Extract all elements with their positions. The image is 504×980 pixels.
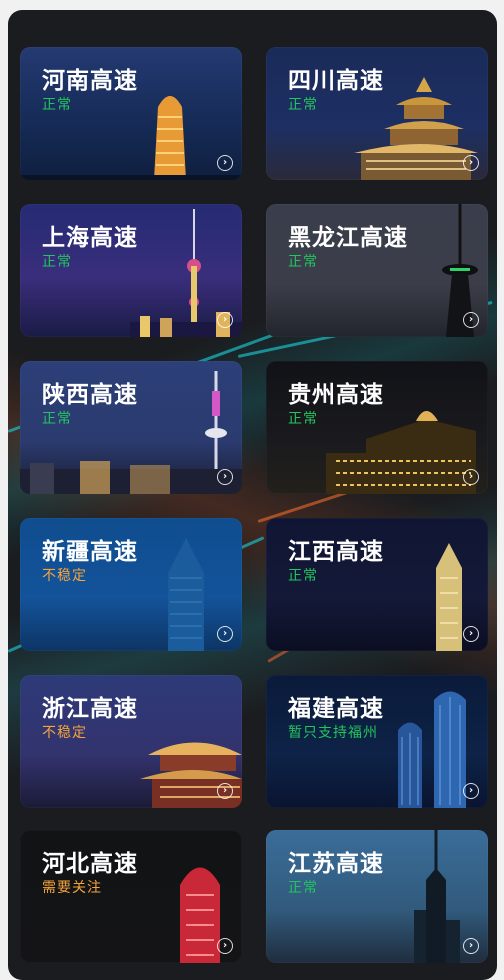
chevron-right-circle-icon[interactable]: › [463, 469, 479, 485]
highway-card-hebei[interactable]: 河北高速 需要关注 › [20, 830, 242, 963]
chevron-right-circle-icon[interactable]: › [217, 783, 233, 799]
highway-card-zhejiang[interactable]: 浙江高速 不稳定 › [20, 675, 242, 808]
chevron-right-circle-icon[interactable]: › [217, 155, 233, 171]
highway-card-heilongjiang[interactable]: 黑龙江高速 正常 › [266, 204, 488, 337]
status-label: 正常 [288, 411, 318, 427]
card-title: 四川高速 [288, 68, 384, 94]
status-label: 正常 [42, 97, 72, 113]
chevron-right-circle-icon[interactable]: › [217, 626, 233, 642]
status-label: 正常 [42, 254, 72, 270]
status-label: 正常 [288, 254, 318, 270]
card-title: 浙江高速 [42, 696, 138, 722]
highway-card-sichuan[interactable]: 四川高速 正常 › [266, 47, 488, 180]
highway-card-shanghai[interactable]: 上海高速 正常 › [20, 204, 242, 337]
card-title: 河南高速 [42, 68, 138, 94]
highway-card-shaanxi[interactable]: 陕西高速 正常 › [20, 361, 242, 494]
status-label: 正常 [288, 880, 318, 896]
highway-card-henan[interactable]: 河南高速 正常 › [20, 47, 242, 180]
chevron-right-circle-icon[interactable]: › [463, 312, 479, 328]
card-title: 陕西高速 [42, 382, 138, 408]
chevron-right-circle-icon[interactable]: › [463, 938, 479, 954]
card-title: 福建高速 [288, 696, 384, 722]
status-label: 正常 [288, 568, 318, 584]
status-label: 正常 [42, 411, 72, 427]
chevron-right-circle-icon[interactable]: › [463, 626, 479, 642]
card-title: 上海高速 [42, 225, 138, 251]
highway-card-jiangxi[interactable]: 江西高速 正常 › [266, 518, 488, 651]
highway-card-guizhou[interactable]: 贵州高速 正常 › [266, 361, 488, 494]
status-label: 正常 [288, 97, 318, 113]
highway-list-panel: 河南高速 正常 › 四川高速 正常 › 上海高速 正常 › 黑龙江高速 正常 ›… [8, 10, 497, 980]
card-title: 贵州高速 [288, 382, 384, 408]
card-title: 江苏高速 [288, 851, 384, 877]
status-label: 不稳定 [42, 568, 87, 584]
status-label: 需要关注 [42, 880, 102, 896]
highway-card-fujian[interactable]: 福建高速 暂只支持福州 › [266, 675, 488, 808]
card-title: 黑龙江高速 [288, 225, 408, 251]
card-title: 江西高速 [288, 539, 384, 565]
chevron-right-circle-icon[interactable]: › [463, 783, 479, 799]
highway-card-xinjiang[interactable]: 新疆高速 不稳定 › [20, 518, 242, 651]
highway-card-jiangsu[interactable]: 江苏高速 正常 › [266, 830, 488, 963]
card-title: 河北高速 [42, 851, 138, 877]
card-title: 新疆高速 [42, 539, 138, 565]
chevron-right-circle-icon[interactable]: › [217, 938, 233, 954]
chevron-right-circle-icon[interactable]: › [217, 312, 233, 328]
chevron-right-circle-icon[interactable]: › [463, 155, 479, 171]
status-label: 暂只支持福州 [288, 725, 378, 741]
status-label: 不稳定 [42, 725, 87, 741]
chevron-right-circle-icon[interactable]: › [217, 469, 233, 485]
